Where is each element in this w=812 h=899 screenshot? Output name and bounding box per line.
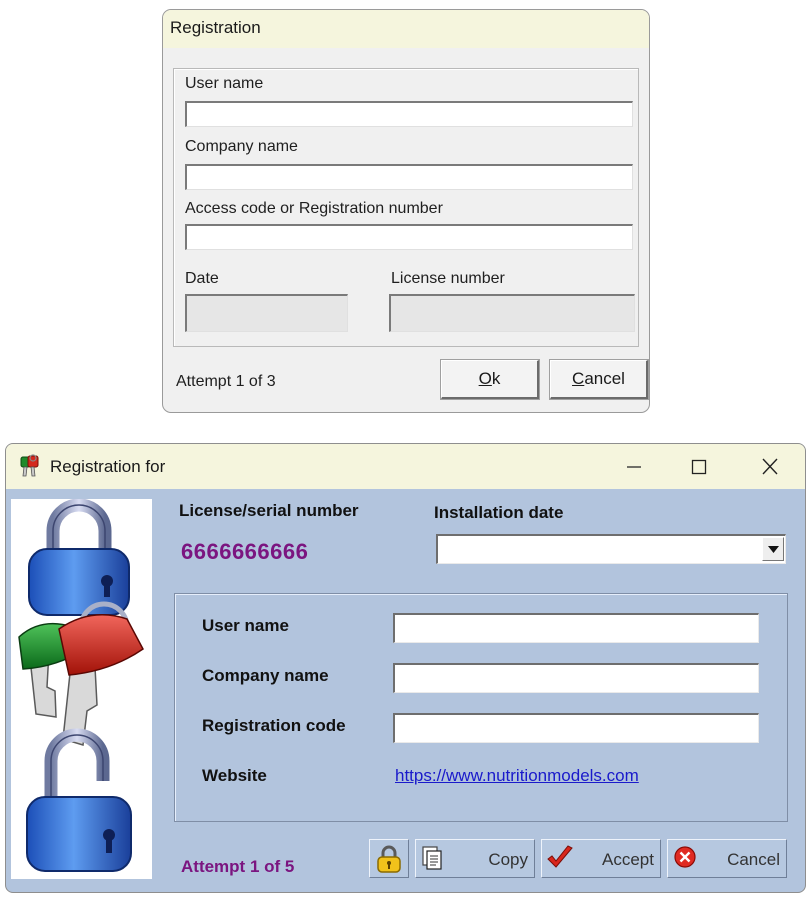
company-name-label: Company name: [185, 138, 298, 155]
maximize-icon: [691, 459, 707, 475]
accept-button[interactable]: Accept: [541, 839, 661, 878]
maximize-button[interactable]: [667, 444, 731, 489]
company-name-field[interactable]: [185, 164, 633, 190]
website-label: Website: [202, 766, 267, 785]
license-number-label: License number: [391, 270, 505, 287]
company-name-field[interactable]: [393, 663, 759, 693]
registration-fields-group: User name Company name Access code or Re…: [173, 68, 639, 347]
unlock-button[interactable]: [369, 839, 409, 878]
user-name-label: User name: [202, 616, 289, 635]
minimize-button[interactable]: [602, 444, 666, 489]
copy-button[interactable]: Copy: [415, 839, 535, 878]
dropdown-arrow-button[interactable]: [762, 537, 784, 561]
user-name-field[interactable]: [185, 101, 633, 127]
registration-dialog: Registration User name Company name Acce…: [162, 9, 650, 413]
website-link[interactable]: https://www.nutritionmodels.com: [395, 766, 639, 786]
user-name-label: User name: [185, 75, 264, 92]
checkmark-icon: [547, 845, 573, 868]
minimize-icon: [627, 466, 641, 468]
close-button[interactable]: [738, 444, 802, 489]
cancel-label-rest: ancel: [584, 369, 625, 388]
company-name-label: Company name: [202, 666, 329, 685]
accept-label: Accept: [602, 850, 654, 869]
copy-icon: [422, 846, 442, 870]
attempt-counter: Attempt 1 of 3: [176, 373, 276, 390]
date-label: Date: [185, 270, 219, 287]
padlock-keys-icon: [18, 499, 144, 872]
cancel-circle-icon: [674, 846, 696, 868]
dialog-title: Registration: [170, 18, 261, 37]
user-name-field[interactable]: [393, 613, 759, 643]
ok-button[interactable]: Ok: [441, 360, 539, 399]
installation-date-label: Installation date: [434, 503, 564, 522]
access-code-field[interactable]: [185, 224, 633, 250]
registration-code-field[interactable]: [393, 713, 759, 743]
ok-mnemonic: O: [478, 369, 492, 388]
padlock-keys-illustration: [11, 499, 152, 879]
chevron-down-icon: [768, 546, 779, 553]
registration-window: Registration for License/serial number 6…: [5, 443, 806, 893]
date-field: [185, 294, 348, 332]
attempt-counter: Attempt 1 of 5: [181, 857, 295, 876]
cancel-button[interactable]: Cancel: [550, 360, 648, 399]
window-title-bar: Registration for: [6, 444, 805, 489]
registration-fields-group: User name Company name Registration code…: [174, 593, 788, 822]
padlock-icon: [377, 845, 401, 873]
window-title: Registration for: [50, 457, 166, 476]
serial-number-value: 6666666666: [181, 539, 309, 564]
cancel-mnemonic: C: [572, 369, 585, 388]
access-code-label: Access code or Registration number: [185, 200, 443, 217]
license-number-field: [389, 294, 635, 332]
cancel-button[interactable]: Cancel: [667, 839, 787, 878]
cancel-label: Cancel: [727, 850, 780, 869]
app-keys-icon: [20, 454, 39, 477]
copy-label: Copy: [488, 850, 528, 869]
license-serial-label: License/serial number: [179, 501, 359, 520]
registration-code-label: Registration code: [202, 716, 346, 735]
ok-label-rest: k: [491, 369, 501, 388]
close-icon: [762, 458, 778, 475]
installation-date-dropdown[interactable]: [436, 534, 786, 564]
dialog-title-bar: Registration: [163, 10, 649, 48]
